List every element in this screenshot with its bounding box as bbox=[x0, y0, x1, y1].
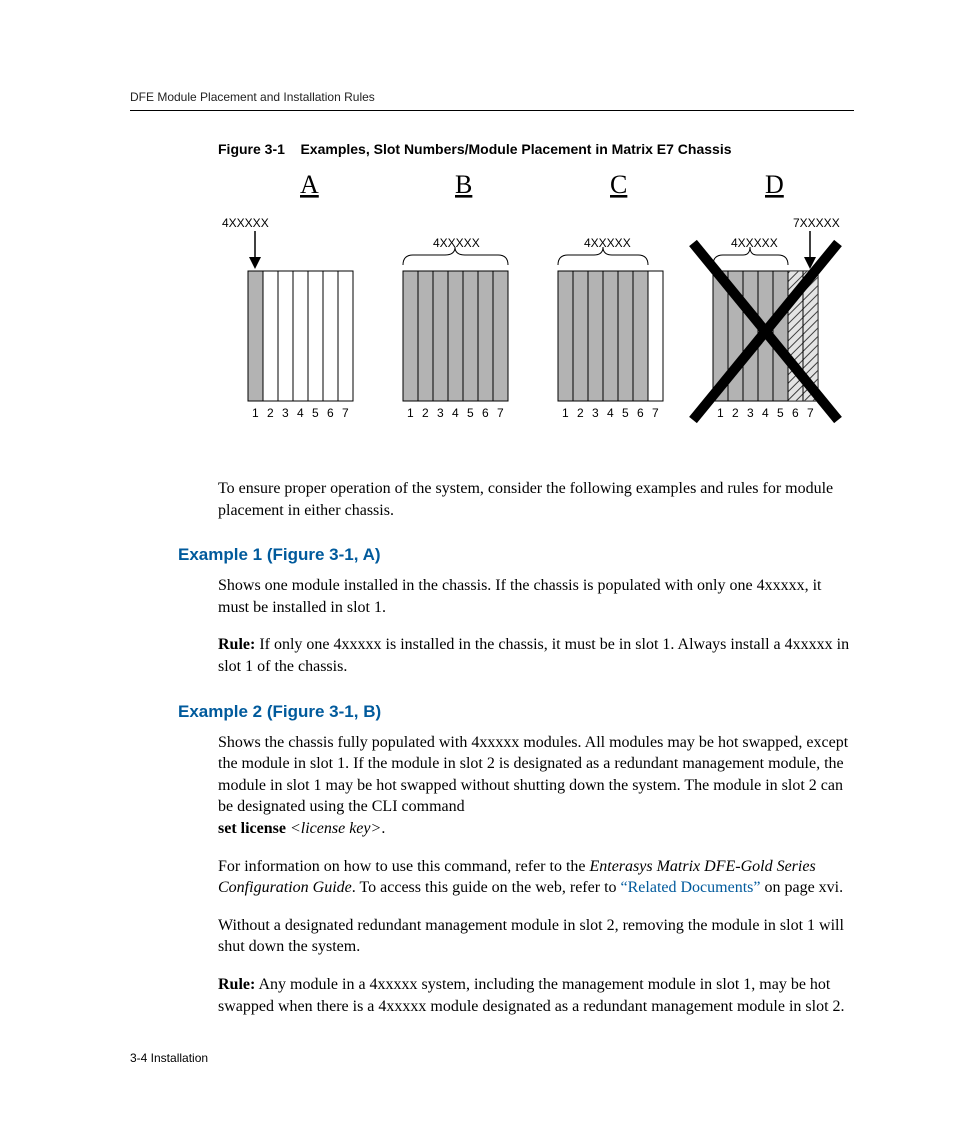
slot-num: 2 bbox=[267, 406, 274, 420]
figure-title: Examples, Slot Numbers/Module Placement … bbox=[300, 141, 731, 157]
figure-caption: Figure 3-1 Examples, Slot Numbers/Module… bbox=[218, 141, 854, 157]
slot-num: 4 bbox=[762, 406, 769, 420]
slot-num: 6 bbox=[482, 406, 489, 420]
page-footer: 3-4 Installation bbox=[130, 1051, 208, 1065]
figure-link[interactable]: Figure 3-1 bbox=[273, 545, 354, 564]
example-2-p2: For information on how to use this comma… bbox=[218, 856, 854, 899]
rule-label: Rule: bbox=[218, 976, 255, 993]
example-1-p1: Shows one module installed in the chassi… bbox=[218, 575, 854, 618]
slot-num: 1 bbox=[717, 406, 724, 420]
panel-label-d: D bbox=[765, 175, 784, 199]
figure-3-1: A 4XXXXX 1 2 3 4 bbox=[218, 175, 854, 450]
slot-num: 3 bbox=[747, 406, 754, 420]
example-1-heading: Example 1 (Figure 3-1, A) bbox=[178, 545, 854, 565]
label-7x-d: 7XXXXX bbox=[793, 216, 840, 230]
rule-label: Rule: bbox=[218, 636, 255, 653]
label-4x-b: 4XXXXX bbox=[433, 236, 480, 250]
intro-paragraph: To ensure proper operation of the system… bbox=[218, 478, 854, 521]
panel-label-b: B bbox=[455, 175, 472, 199]
example-1-rule: Rule: If only one 4xxxxx is installed in… bbox=[218, 634, 854, 677]
slot-num: 4 bbox=[607, 406, 614, 420]
slot-num: 2 bbox=[577, 406, 584, 420]
slot-num: 5 bbox=[622, 406, 629, 420]
slot-num: 3 bbox=[282, 406, 289, 420]
related-documents-link[interactable]: “Related Documents” bbox=[621, 879, 761, 896]
label-4x-c: 4XXXXX bbox=[584, 236, 631, 250]
slot-num: 7 bbox=[342, 406, 349, 420]
figure-svg: A 4XXXXX 1 2 3 4 bbox=[218, 175, 848, 445]
slot-num: 3 bbox=[592, 406, 599, 420]
figure-link[interactable]: Figure 3-1 bbox=[273, 702, 354, 721]
example-2-p1: Shows the chassis fully populated with 4… bbox=[218, 732, 854, 840]
example-2-p3: Without a designated redundant managemen… bbox=[218, 915, 854, 958]
slot-num: 2 bbox=[732, 406, 739, 420]
slot-num: 6 bbox=[637, 406, 644, 420]
panel-label-c: C bbox=[610, 175, 627, 199]
label-4x-a: 4XXXXX bbox=[222, 216, 269, 230]
page-header: DFE Module Placement and Installation Ru… bbox=[130, 90, 854, 104]
slot-num: 7 bbox=[497, 406, 504, 420]
example-2-rule: Rule: Any module in a 4xxxxx system, inc… bbox=[218, 974, 854, 1017]
slot-num: 1 bbox=[562, 406, 569, 420]
figure-label: Figure 3-1 bbox=[218, 141, 285, 157]
label-4x-d: 4XXXXX bbox=[731, 236, 778, 250]
slot-num: 7 bbox=[807, 406, 814, 420]
header-rule bbox=[130, 110, 854, 111]
slot-num: 4 bbox=[297, 406, 304, 420]
slot-num: 3 bbox=[437, 406, 444, 420]
slot-num: 4 bbox=[452, 406, 459, 420]
slot-num: 6 bbox=[792, 406, 799, 420]
slot-num: 1 bbox=[407, 406, 414, 420]
slot-num: 7 bbox=[652, 406, 659, 420]
slot-num: 5 bbox=[777, 406, 784, 420]
slot-num: 5 bbox=[312, 406, 319, 420]
slot-num: 5 bbox=[467, 406, 474, 420]
panel-label-a: A bbox=[300, 175, 319, 199]
example-2-heading: Example 2 (Figure 3-1, B) bbox=[178, 702, 854, 722]
slot-num: 6 bbox=[327, 406, 334, 420]
slot-num: 2 bbox=[422, 406, 429, 420]
slot-num: 1 bbox=[252, 406, 259, 420]
